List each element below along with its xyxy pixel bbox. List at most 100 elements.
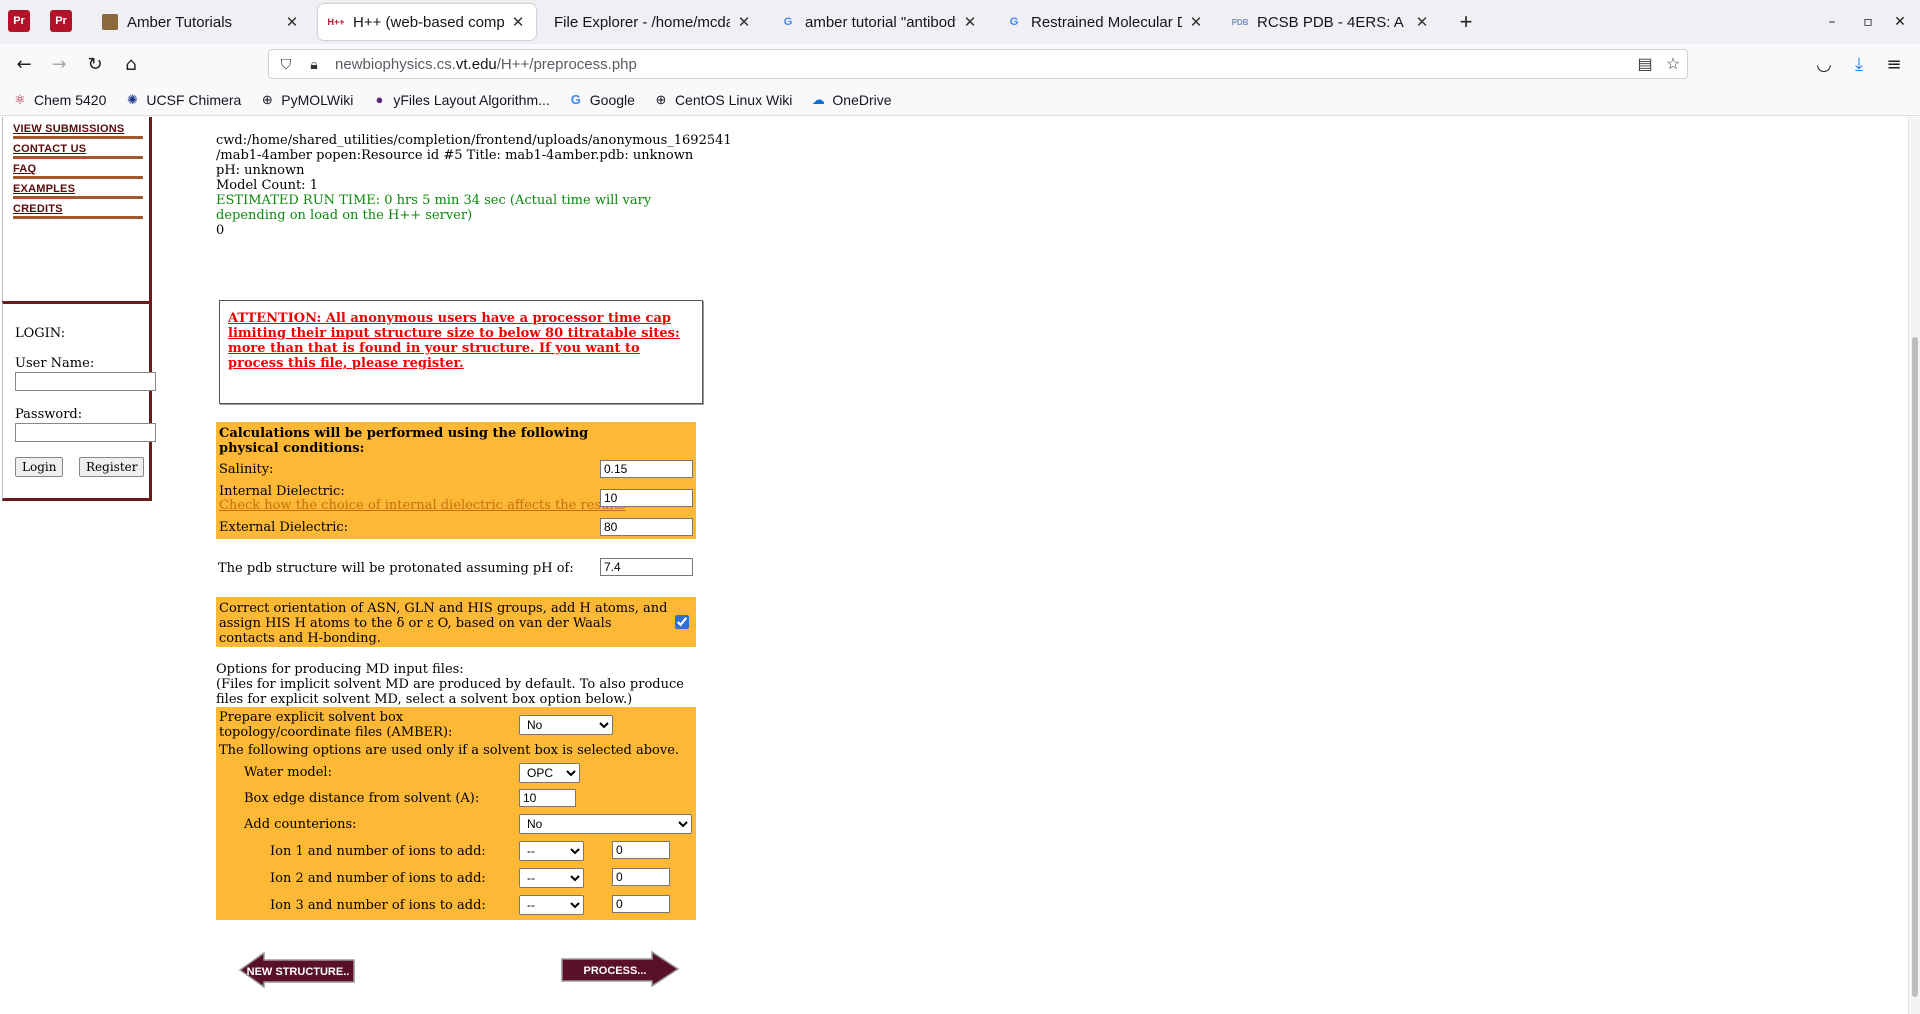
ion-1-count-input[interactable] bbox=[612, 841, 670, 859]
back-icon[interactable]: ← bbox=[10, 50, 38, 78]
water-model-label: Water model: bbox=[244, 765, 332, 780]
external-dielectric-input[interactable] bbox=[600, 518, 693, 536]
ion-3-count-input[interactable] bbox=[612, 895, 670, 913]
bookmark-pymolwiki[interactable]: ⊕ PyMOLWiki bbox=[259, 91, 354, 108]
pinned-tab-1[interactable]: Pr bbox=[8, 10, 30, 32]
lock-icon[interactable]: 🔒︎ bbox=[303, 56, 325, 73]
estimated-runtime: ESTIMATED RUN TIME: 0 hrs 5 min 34 sec (… bbox=[216, 193, 652, 223]
counterions-select[interactable]: No bbox=[519, 814, 692, 834]
reload-icon[interactable]: ↻ bbox=[81, 50, 109, 78]
menu-examples[interactable]: EXAMPLES bbox=[13, 183, 143, 195]
home-icon[interactable]: ⌂ bbox=[117, 50, 145, 78]
bookmark-label: OneDrive bbox=[832, 91, 892, 108]
menu-contact-us[interactable]: CONTACT US bbox=[13, 143, 143, 155]
username-input[interactable] bbox=[15, 372, 156, 391]
bookmark-yfiles[interactable]: ● yFiles Layout Algorithm... bbox=[371, 92, 549, 108]
close-icon[interactable]: ✕ bbox=[284, 13, 300, 31]
tab-title: amber tutorial "antibody" s... bbox=[805, 13, 956, 31]
login-button[interactable]: Login bbox=[15, 457, 64, 477]
box-edge-input[interactable] bbox=[519, 789, 576, 807]
url-text[interactable]: newbiophysics.cs.vt.edu/H++/preprocess.p… bbox=[335, 56, 1631, 73]
minimize-icon[interactable]: – bbox=[1820, 10, 1844, 34]
bookmark-ucsf-chimera[interactable]: ✺ UCSF Chimera bbox=[124, 92, 241, 108]
close-icon[interactable]: ✕ bbox=[1188, 13, 1204, 31]
maximize-icon[interactable]: ▫ bbox=[1856, 10, 1880, 34]
bookmark-label: UCSF Chimera bbox=[146, 91, 242, 108]
menu-view-submissions[interactable]: VIEW SUBMISSIONS bbox=[13, 123, 143, 135]
ph-input[interactable] bbox=[600, 558, 693, 576]
bookmark-star-icon[interactable]: ☆ bbox=[1659, 54, 1687, 74]
bookmark-onedrive[interactable]: ☁ OneDrive bbox=[810, 91, 892, 108]
tab-hpp[interactable]: H++ H++ (web-based computational... ✕ bbox=[318, 4, 536, 40]
attention-message[interactable]: ATTENTION: All anonymous users have a pr… bbox=[228, 311, 694, 371]
password-input[interactable] bbox=[15, 423, 156, 442]
menu-divider bbox=[13, 176, 143, 179]
pocket-icon[interactable]: ◡ bbox=[1810, 50, 1838, 78]
bookmark-centos-wiki[interactable]: ⊕ CentOS Linux Wiki bbox=[653, 92, 792, 108]
tab-rcsb-pdb[interactable]: PDB RCSB PDB - 4ERS: A Mole... ✕ bbox=[1222, 4, 1440, 40]
orientation-checkbox[interactable] bbox=[675, 615, 689, 629]
login-title: LOGIN: bbox=[15, 326, 66, 341]
google-icon: G bbox=[570, 92, 581, 107]
register-button[interactable]: Register bbox=[79, 457, 145, 477]
menu-faq[interactable]: FAQ bbox=[13, 163, 143, 175]
bookmark-label: Chem 5420 bbox=[34, 91, 107, 108]
downloads-icon[interactable]: ⤓ bbox=[1845, 50, 1873, 78]
run-info: cwd:/home/shared_utilities/completion/fr… bbox=[216, 133, 732, 238]
bookmark-label: CentOS Linux Wiki bbox=[674, 91, 793, 108]
explicit-solvent-label: Prepare explicit solvent box topology/co… bbox=[219, 710, 453, 740]
new-structure-button[interactable]: NEW STRUCTURE.. bbox=[236, 950, 358, 990]
ion-2-label: Ion 2 and number of ions to add: bbox=[270, 871, 486, 886]
close-icon[interactable]: ✕ bbox=[962, 13, 978, 31]
login-panel: LOGIN: User Name: Password: Login Regist… bbox=[2, 301, 156, 501]
google-icon: G bbox=[783, 16, 793, 28]
close-icon[interactable]: ✕ bbox=[736, 13, 752, 31]
page-scrollbar[interactable] bbox=[1908, 117, 1920, 1014]
external-dielectric-label: External Dielectric: bbox=[219, 520, 349, 535]
globe-icon: ⊕ bbox=[261, 91, 273, 107]
scrollbar-thumb[interactable] bbox=[1912, 337, 1918, 997]
tab-title: Amber Tutorials bbox=[127, 13, 233, 31]
internal-dielectric-link[interactable]: Check how the choice of internal dielect… bbox=[219, 498, 626, 513]
ion-1-label: Ion 1 and number of ions to add: bbox=[270, 844, 486, 859]
tab-restrained-md[interactable]: G Restrained Molecular Dyn... ✕ bbox=[996, 4, 1214, 40]
menu-credits[interactable]: CREDITS bbox=[13, 203, 143, 215]
url-bar[interactable]: ⛉ 🔒︎ newbiophysics.cs.vt.edu/H++/preproc… bbox=[268, 49, 1688, 79]
menu-icon[interactable]: ≡ bbox=[1880, 50, 1908, 78]
shield-icon[interactable]: ⛉ bbox=[275, 56, 297, 73]
ion-2-select[interactable]: -- bbox=[519, 868, 584, 888]
close-icon[interactable]: ✕ bbox=[1414, 13, 1430, 31]
bookmark-chem-5420[interactable]: ⚛ Chem 5420 bbox=[12, 92, 106, 108]
tab-amber-tutorials[interactable]: Amber Tutorials ✕ bbox=[92, 4, 310, 40]
close-icon[interactable]: ✕ bbox=[510, 13, 526, 31]
molecule-icon: ⚛ bbox=[14, 91, 26, 107]
water-model-select[interactable]: OPC bbox=[519, 763, 580, 783]
bookmark-label: PyMOLWiki bbox=[281, 91, 354, 108]
menu-divider bbox=[13, 196, 143, 199]
globe-icon: ⊕ bbox=[655, 91, 667, 107]
close-window-icon[interactable]: ✕ bbox=[1888, 10, 1912, 34]
new-structure-label: NEW STRUCTURE.. bbox=[247, 966, 350, 978]
salinity-label: Salinity: bbox=[219, 462, 274, 477]
tab-amber-tutorial-search[interactable]: G amber tutorial "antibody" s... ✕ bbox=[770, 4, 988, 40]
bookmark-label: Google bbox=[589, 91, 635, 108]
ion-3-select[interactable]: -- bbox=[519, 895, 584, 915]
internal-dielectric-input[interactable] bbox=[600, 489, 693, 507]
salinity-input[interactable] bbox=[600, 460, 693, 478]
tab-bar: Pr Pr Amber Tutorials ✕ H++ H++ (web-bas… bbox=[0, 0, 1920, 44]
ion-1-select[interactable]: -- bbox=[519, 841, 584, 861]
pinned-tab-2[interactable]: Pr bbox=[50, 10, 72, 32]
explicit-solvent-select[interactable]: No bbox=[519, 715, 613, 735]
md-intro: Options for producing MD input files: (F… bbox=[216, 662, 696, 707]
ion-2-count-input[interactable] bbox=[612, 868, 670, 886]
physical-conditions-panel: Calculations will be performed using the… bbox=[216, 422, 696, 539]
solvent-note: The following options are used only if a… bbox=[219, 743, 680, 758]
reader-view-icon[interactable]: ▤ bbox=[1631, 54, 1659, 74]
attention-box: ATTENTION: All anonymous users have a pr… bbox=[219, 300, 703, 404]
process-button[interactable]: PROCESS... bbox=[560, 949, 682, 989]
bookmark-google[interactable]: G Google bbox=[568, 92, 635, 108]
tab-file-explorer[interactable]: File Explorer - /home/mcdan... ✕ bbox=[544, 4, 762, 40]
new-tab-icon[interactable]: + bbox=[1452, 8, 1480, 36]
cwd-line-1: cwd:/home/shared_utilities/completion/fr… bbox=[216, 133, 732, 148]
forward-icon[interactable]: → bbox=[45, 50, 73, 78]
